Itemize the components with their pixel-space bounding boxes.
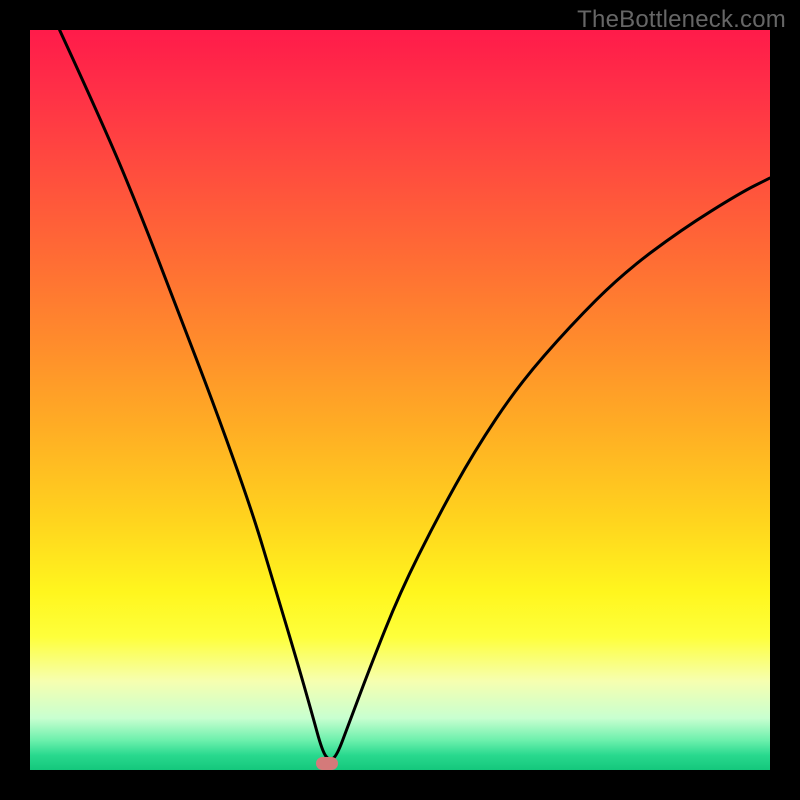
- optimal-point-marker: [316, 757, 338, 770]
- chart-plot-area: [30, 30, 770, 770]
- watermark-text: TheBottleneck.com: [577, 6, 786, 34]
- bottleneck-curve: [30, 30, 770, 770]
